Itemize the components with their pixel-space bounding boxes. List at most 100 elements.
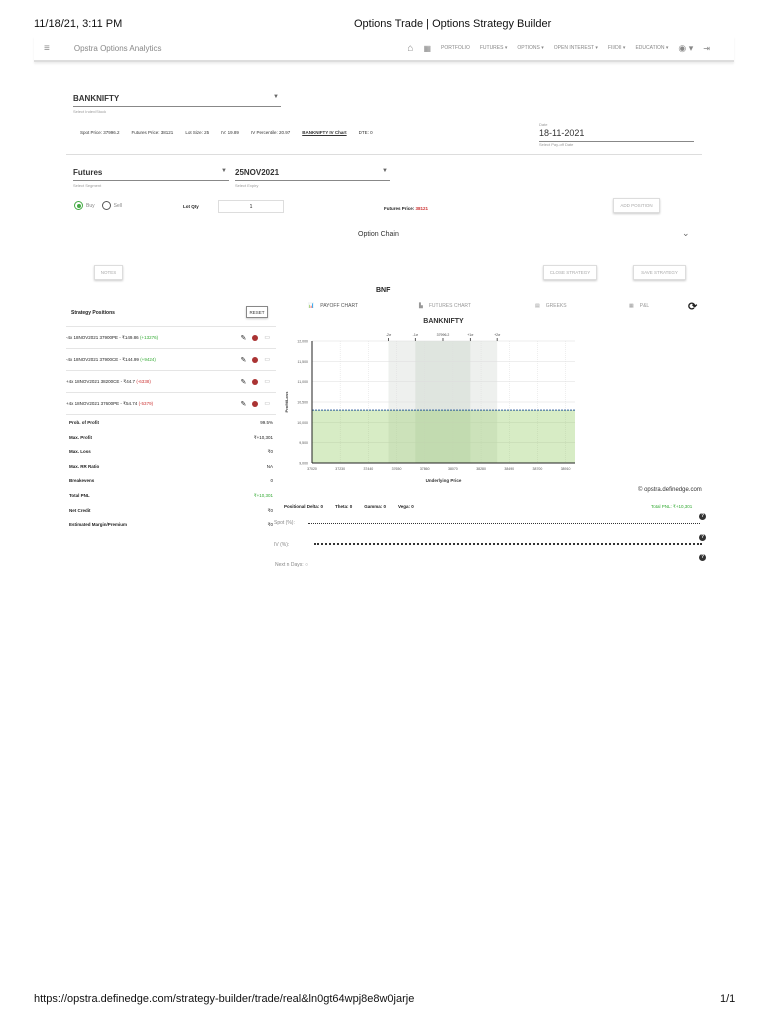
- edit-icon[interactable]: ✎: [240, 378, 246, 386]
- sd-marker-label: +2σ: [494, 333, 501, 337]
- edit-icon[interactable]: ✎: [240, 334, 246, 342]
- iv-chart-link[interactable]: BANKNIFTY IV Chart: [302, 130, 346, 135]
- segment-select[interactable]: Futures ▼: [73, 168, 229, 181]
- chart-icon: ▙: [419, 303, 423, 309]
- index-select[interactable]: BANKNIFTY ▼: [73, 94, 281, 107]
- expiry-label: Select Expiry: [235, 183, 259, 188]
- position-row: -4x 18NOV2021 37900CE - ₹144.99 (+9424) ✎…: [66, 349, 276, 371]
- nav-futures[interactable]: FUTURES ▾: [480, 45, 508, 51]
- x-axis-label: Underlying Price: [426, 478, 462, 483]
- y-axis-label: Profit/Loss: [284, 391, 289, 413]
- payoff-chart: BANKNIFTY 9,000 9,500 10,000 10,500 11,000 11,…: [284, 318, 575, 483]
- reset-button[interactable]: RESET: [246, 306, 268, 318]
- stat-value: ₹0: [267, 449, 273, 455]
- logout-icon[interactable]: ⇥: [703, 44, 710, 53]
- stat-label: Net Credit: [69, 507, 91, 513]
- sd-marker-label: +1σ: [467, 333, 474, 337]
- option-chain-toggle[interactable]: Option Chain: [358, 231, 399, 238]
- iv-slider[interactable]: [314, 539, 702, 545]
- stat-value: ₹0: [267, 507, 273, 513]
- save-strategy-button[interactable]: SAVE STRATEGY: [633, 265, 686, 280]
- dte: DTE: 0: [358, 130, 373, 135]
- print-url: https://opstra.definedge.com/strategy-bu…: [34, 993, 415, 1005]
- x-tick-label: 38280: [476, 467, 486, 471]
- lot-qty-input[interactable]: 1: [218, 200, 284, 213]
- stat-row: Max. RR Ratio NA: [69, 464, 273, 469]
- delete-icon[interactable]: ▭: [264, 356, 270, 363]
- brand[interactable]: Opstra Options Analytics: [74, 44, 162, 53]
- days-slider[interactable]: Next n Days: ○: [275, 562, 308, 568]
- expiry-select[interactable]: 25NOV2021 ▼: [235, 168, 390, 181]
- print-page: 1/1: [720, 993, 736, 1005]
- spot-price: Spot Price: 37996.2: [80, 130, 120, 135]
- stat-row: Estimated Margin/Premium ₹0: [69, 522, 273, 528]
- date-hint: Select Pay-off Date: [539, 142, 574, 147]
- nav-options[interactable]: OPTIONS ▾: [517, 45, 543, 51]
- help-icon[interactable]: ?: [699, 554, 706, 561]
- y-tick-label: 11,500: [298, 360, 308, 364]
- tab-pnl[interactable]: ▦ P&L: [629, 303, 649, 309]
- toggle-icon[interactable]: [252, 400, 259, 407]
- tab-payoff-chart[interactable]: 📊 PAYOFF CHART: [308, 303, 358, 309]
- menu-icon[interactable]: ≡: [44, 43, 50, 54]
- toggle-icon[interactable]: [252, 356, 259, 363]
- position-pnl: (+9424): [140, 357, 156, 362]
- spot-slider-label: Spot (%):: [274, 520, 295, 526]
- futures-price-display: Futures Price: 38121: [384, 206, 429, 211]
- nav-education[interactable]: EDUCATION ▾: [635, 45, 668, 51]
- sd-marker-label: -1σ: [413, 333, 419, 337]
- spot-slider[interactable]: [308, 518, 700, 524]
- chevron-down-icon[interactable]: ⌄: [682, 228, 690, 239]
- edit-icon[interactable]: ✎: [240, 356, 246, 364]
- chart-icon: 📊: [308, 303, 315, 309]
- divider: [66, 154, 702, 155]
- position-pnl: (-6338): [136, 379, 151, 384]
- account-icon[interactable]: ◉ ▾: [678, 43, 693, 54]
- y-tick-label: 9,500: [299, 441, 308, 445]
- stat-label: Max. Profit: [69, 434, 93, 440]
- buy-label: Buy: [86, 202, 95, 209]
- nav-fii-dii[interactable]: FII/DII ▾: [608, 45, 626, 51]
- delete-icon[interactable]: ▭: [264, 334, 270, 341]
- y-tick-label: 11,000: [298, 380, 308, 384]
- segment-label: Select Segment: [73, 183, 102, 188]
- sell-radio[interactable]: [101, 201, 111, 210]
- help-icon[interactable]: ?: [699, 534, 706, 541]
- iv-slider-label: IV (%):: [274, 542, 290, 548]
- sd-marker-label: -2σ: [386, 333, 392, 337]
- stat-value: ₹+10,301: [253, 434, 273, 440]
- delete-icon[interactable]: ▭: [264, 378, 270, 385]
- y-tick-label: 10,000: [297, 421, 308, 425]
- delete-icon[interactable]: ▭: [264, 400, 270, 407]
- stat-row: Total PNL ₹+10,301: [69, 493, 273, 499]
- y-tick-label: 12,000: [297, 340, 308, 344]
- stat-value: 0: [270, 478, 273, 484]
- tab-futures-chart[interactable]: ▙ FUTURES CHART: [419, 303, 471, 309]
- help-icon[interactable]: ?: [699, 513, 706, 520]
- buy-radio[interactable]: [74, 201, 83, 210]
- edit-icon[interactable]: ✎: [240, 400, 246, 408]
- nav-open-interest[interactable]: OPEN INTEREST ▾: [554, 45, 598, 51]
- toggle-icon[interactable]: [252, 334, 259, 341]
- home-icon[interactable]: ⌂: [407, 43, 413, 54]
- stat-value: NA: [266, 463, 273, 469]
- close-strategy-button[interactable]: CLOSE STRATEGY: [543, 265, 597, 280]
- payoff-date-input[interactable]: 18-11-2021: [539, 128, 694, 142]
- stat-row: Net Credit ₹0: [69, 508, 273, 514]
- x-tick-label: 38490: [504, 467, 514, 471]
- stat-value: 99.5%: [260, 420, 273, 425]
- stat-label: Prob. of Profit: [69, 420, 99, 425]
- toggle-icon[interactable]: [252, 378, 259, 385]
- refresh-icon[interactable]: ⟳: [688, 300, 697, 313]
- x-tick-label: 38070: [448, 467, 458, 471]
- notes-button[interactable]: NOTES: [94, 265, 123, 280]
- position-row: +4x 18NOV2021 38200CE - ₹44.7 (-6338) ✎ ▭: [66, 371, 276, 393]
- print-title: Options Trade | Options Strategy Builder: [354, 18, 552, 30]
- y-tick-label: 9,000: [299, 462, 308, 466]
- nav-portfolio[interactable]: PORTFOLIO: [441, 45, 470, 51]
- chart-title: BANKNIFTY: [423, 318, 464, 325]
- add-position-button[interactable]: ADD POSITION: [613, 198, 660, 213]
- tab-greeks[interactable]: ▤ GREEKS: [535, 303, 567, 309]
- greeks-summary: Positional Delta: 0 Theta: 0 Gamma: 0 Vega:…: [284, 504, 414, 509]
- info-bar: Spot Price: 37996.2 Futures Price: 38121…: [80, 130, 373, 135]
